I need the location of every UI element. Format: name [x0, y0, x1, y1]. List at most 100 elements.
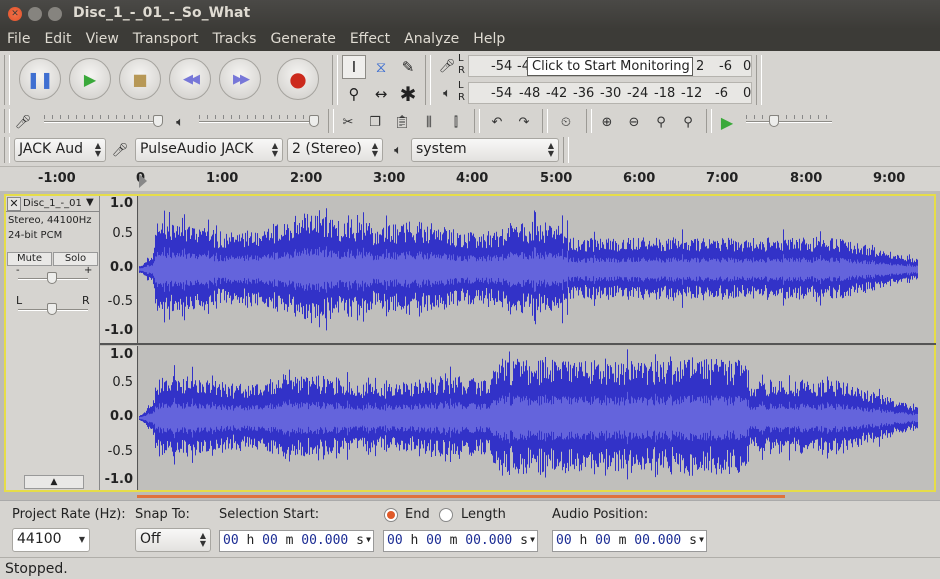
trim-audio-icon[interactable]: ⫼	[418, 111, 440, 133]
dropdown-arrow-icon[interactable]: ▼	[366, 535, 371, 544]
skip-start-icon: ◀◀	[183, 71, 200, 87]
zoom-out-icon[interactable]: ⊖	[623, 111, 645, 133]
audio-host-select[interactable]: JACK Aud ▲ ▼	[14, 138, 106, 162]
ruler-label: 5:00	[540, 171, 573, 186]
minutes-value: 00	[262, 533, 278, 548]
playback-device-select[interactable]: system ▲ ▼	[411, 138, 559, 162]
copy-icon[interactable]: ❐	[364, 111, 386, 133]
recording-device-select[interactable]: PulseAudio JACK ▲ ▼	[135, 138, 283, 162]
fit-project-icon[interactable]: ⚲	[677, 111, 699, 133]
menu-analyze[interactable]: Analyze	[397, 29, 466, 51]
output-volume-thumb[interactable]	[309, 115, 319, 127]
menu-edit[interactable]: Edit	[37, 29, 78, 51]
cut-icon[interactable]: ✂	[337, 111, 359, 133]
minimize-window-icon[interactable]	[28, 7, 42, 21]
toolbar-grip[interactable]	[756, 55, 762, 105]
toolbar-grip[interactable]	[328, 109, 334, 133]
zoom-tool-icon[interactable]: ⚲	[342, 82, 366, 106]
dropdown-arrow-icon[interactable]: ▼	[530, 535, 535, 544]
skip-start-button[interactable]: ◀◀	[169, 58, 211, 100]
maximize-window-icon[interactable]	[48, 7, 62, 21]
envelope-tool-icon[interactable]: ⧖	[369, 55, 393, 79]
recording-device-value: PulseAudio JACK	[140, 141, 254, 157]
output-volume-slider[interactable]	[199, 121, 317, 123]
toolbar-grip[interactable]	[4, 109, 10, 133]
channels-select[interactable]: 2 (Stereo) ▲ ▼	[287, 138, 383, 162]
play-at-speed-icon[interactable]: ▶	[716, 111, 738, 133]
silence-audio-icon[interactable]: ⫿	[445, 111, 467, 133]
toolbar-grip[interactable]	[706, 109, 712, 133]
waveform-right-channel[interactable]	[139, 346, 934, 490]
playback-meter[interactable]: -54 -48 -42 -36 -30 -24 -18 -12 -6 0	[468, 82, 752, 104]
multi-tool-icon[interactable]: ✱	[396, 82, 420, 106]
menu-tracks[interactable]: Tracks	[206, 29, 264, 51]
unit-hours: h	[579, 533, 588, 548]
meter-tick: -36	[573, 86, 595, 101]
start-monitoring-tooltip[interactable]: Click to Start Monitoring	[527, 57, 693, 76]
undo-icon[interactable]: ↶	[486, 111, 508, 133]
waveform-left-channel[interactable]	[139, 196, 934, 343]
play-speed-slider[interactable]	[746, 121, 832, 123]
mute-button[interactable]: Mute	[7, 252, 52, 266]
track-menu-icon[interactable]: ▼	[86, 197, 94, 208]
skip-end-button[interactable]: ▶▶	[219, 58, 261, 100]
menu-generate[interactable]: Generate	[263, 29, 342, 51]
paste-icon[interactable]: 📋︎	[391, 111, 413, 133]
toolbar-grip[interactable]	[474, 109, 480, 133]
toolbar-grip[interactable]	[425, 55, 431, 105]
playback-meter-speaker-icon[interactable]: 🔈︎	[436, 82, 458, 104]
selection-end-time[interactable]: 00 h 00 m 00.000 s ▼	[383, 530, 538, 552]
selection-start-time[interactable]: 00 h 00 m 00.000 s ▼	[219, 530, 374, 552]
close-track-icon[interactable]: ✕	[7, 197, 21, 211]
gain-thumb[interactable]	[47, 272, 57, 284]
channel-separator	[100, 343, 936, 345]
play-button[interactable]: ▶	[69, 58, 111, 100]
toolbar-grip[interactable]	[586, 109, 592, 133]
ruler-label: 9:00	[873, 171, 906, 186]
input-volume-thumb[interactable]	[153, 115, 163, 127]
end-radio[interactable]	[384, 508, 398, 522]
toolbar-grip[interactable]	[4, 137, 10, 163]
audio-position-time[interactable]: 00 h 00 m 00.000 s ▼	[552, 530, 707, 552]
toolbar-grip[interactable]	[542, 109, 548, 133]
close-window-icon[interactable]: ✕	[8, 7, 22, 21]
menu-effect[interactable]: Effect	[343, 29, 397, 51]
track-control-panel[interactable]: ✕ Disc_1_-_01 ▼ Stereo, 44100Hz 24-bit P…	[6, 196, 100, 490]
menu-file[interactable]: File	[0, 29, 37, 51]
input-volume-slider[interactable]	[44, 121, 162, 123]
timeshift-tool-icon[interactable]: ↔	[369, 82, 393, 106]
stop-button[interactable]: ■	[119, 58, 161, 100]
sync-lock-icon[interactable]: ⏲	[555, 111, 577, 133]
play-speed-thumb[interactable]	[769, 115, 779, 127]
record-meter-mic-icon[interactable]: 🎤︎	[436, 55, 458, 77]
output-volume-speaker-icon: 🔈︎	[176, 114, 184, 130]
menu-transport[interactable]: Transport	[126, 29, 206, 51]
updown-icon: ▲ ▼	[199, 531, 206, 548]
playhead-icon[interactable]	[139, 174, 147, 188]
amp-label: -1.0	[104, 323, 133, 338]
project-rate-select[interactable]: 44100 ▼	[12, 528, 90, 552]
track-name[interactable]: Disc_1_-_01	[23, 198, 82, 209]
pan-thumb[interactable]	[47, 303, 57, 315]
record-button[interactable]: ●	[277, 58, 319, 100]
dropdown-arrow-icon[interactable]: ▼	[699, 535, 704, 544]
length-radio[interactable]	[439, 508, 453, 522]
fit-selection-icon[interactable]: ⚲	[650, 111, 672, 133]
toolbar-grip[interactable]	[332, 55, 338, 105]
selection-tool-icon[interactable]: I	[342, 55, 366, 79]
pause-button[interactable]: ❚❚	[19, 58, 61, 100]
toolbar-grip[interactable]	[4, 55, 10, 105]
toolbar-grip[interactable]	[563, 137, 569, 163]
zoom-in-icon[interactable]: ⊕	[596, 111, 618, 133]
title-bar: ✕ Disc_1_-_01_-_So_What	[0, 0, 940, 29]
menu-help[interactable]: Help	[466, 29, 512, 51]
draw-tool-icon[interactable]: ✎	[396, 55, 420, 79]
collapse-track-button[interactable]: ▲	[24, 475, 84, 489]
solo-button[interactable]: Solo	[53, 252, 98, 266]
snap-to-select[interactable]: Off ▲ ▼	[135, 528, 211, 552]
menu-view[interactable]: View	[79, 29, 126, 51]
meter-right-label: R	[458, 92, 465, 103]
unit-minutes: m	[449, 533, 458, 548]
redo-icon[interactable]: ↷	[513, 111, 535, 133]
meter-left-label: L	[458, 53, 464, 64]
